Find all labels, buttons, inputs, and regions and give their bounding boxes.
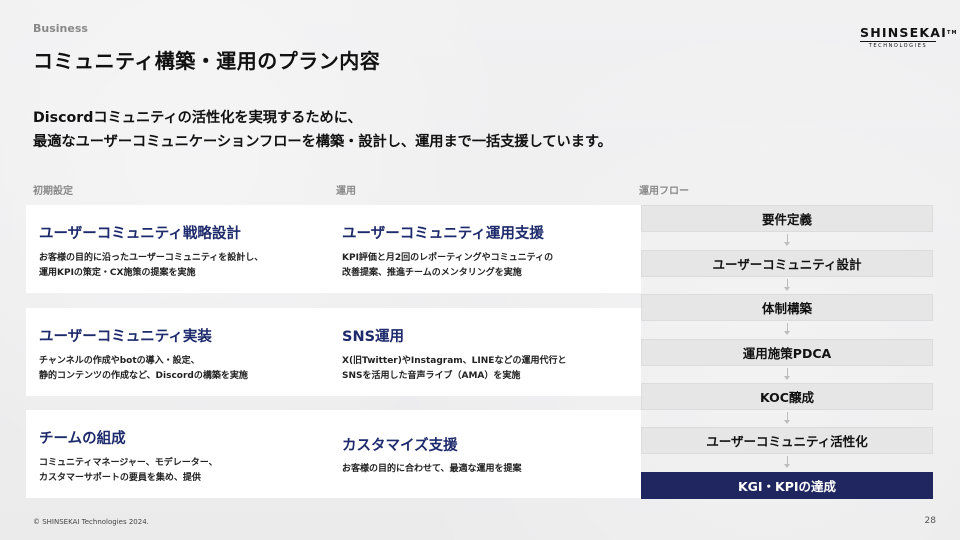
page-number: 28 <box>924 516 936 526</box>
flow-arrow-icon <box>784 412 790 428</box>
flow-arrow-icon <box>784 279 790 295</box>
card-sns-operation: SNS運用 X(旧Twitter)やInstagram、LINEなどの運用代行と… <box>329 308 641 396</box>
card-community-implementation: ユーザーコミュニティ実装 チャンネルの作成やbotの導入・設定、 静的コンテンツ… <box>26 308 338 396</box>
card-title: チームの組成 <box>39 431 126 447</box>
column-label-flow: 運用フロー <box>639 186 689 197</box>
footer-copyright: © SHINSEKAI Technologies 2024. <box>33 518 149 526</box>
logo-wordmark: SHINSEKAITM <box>860 25 958 42</box>
card-description: チャンネルの作成やbotの導入・設定、 静的コンテンツの作成など、Discord… <box>39 356 248 381</box>
column-label-operation: 運用 <box>336 186 356 197</box>
lead-line-2: 最適なユーザーコミュニケーションフローを構築・設計し、運用まで一括支援しています… <box>33 134 612 150</box>
card-description: お客様の目的に合わせて、最適な運用を提案 <box>342 464 522 474</box>
card-title: ユーザーコミュニティ戦略設計 <box>39 226 241 242</box>
card-title: SNS運用 <box>342 329 405 345</box>
flow-step-community-design: ユーザーコミュニティ設計 <box>641 250 933 277</box>
card-description: コミュニティマネージャー、モデレーター、 カスタマーサポートの要員を集め、提供 <box>39 458 218 483</box>
card-title: ユーザーコミュニティ運用支援 <box>342 226 544 242</box>
flow-arrow-icon <box>784 234 790 250</box>
card-title: カスタマイズ支援 <box>342 438 458 454</box>
card-community-strategy: ユーザーコミュニティ戦略設計 お客様の目的に沿ったユーザーコミュニティを設計し、… <box>26 205 338 293</box>
card-title: ユーザーコミュニティ実装 <box>39 329 212 345</box>
flow-step-activation: ユーザーコミュニティ活性化 <box>641 427 933 454</box>
section-category: Business <box>33 22 88 35</box>
flow-arrow-icon <box>784 323 790 339</box>
flow-step-pdca: 運用施策PDCA <box>641 339 933 366</box>
flow-step-koc: KOC醸成 <box>641 383 933 410</box>
company-logo: SHINSEKAITM TECHNOLOGIES <box>860 25 958 49</box>
flow-arrow-icon <box>784 368 790 384</box>
logo-subtitle: TECHNOLOGIES <box>868 43 928 49</box>
card-description: X(旧Twitter)やInstagram、LINEなどの運用代行と SNSを活… <box>342 356 567 381</box>
card-community-operation-support: ユーザーコミュニティ運用支援 KPI評価と月2回のレポーティングやコミュニティの… <box>329 205 641 293</box>
page-title: コミュニティ構築・運用のプラン内容 <box>33 49 381 73</box>
card-team-formation: チームの組成 コミュニティマネージャー、モデレーター、 カスタマーサポートの要員… <box>26 410 338 498</box>
lead-text: Discordコミュニティの活性化を実現するために、 最適なユーザーコミュニケー… <box>33 106 612 154</box>
lead-line-1: Discordコミュニティの活性化を実現するために、 <box>33 110 362 126</box>
card-description: お客様の目的に沿ったユーザーコミュニティを設計し、 運用KPIの策定・CX施策の… <box>39 253 264 278</box>
flow-step-kgi-kpi: KGI・KPIの達成 <box>641 472 933 499</box>
column-label-initial: 初期設定 <box>33 186 73 197</box>
flow-step-team-building: 体制構築 <box>641 294 933 321</box>
flow-step-requirements: 要件定義 <box>641 205 933 232</box>
card-customize-support: カスタマイズ支援 お客様の目的に合わせて、最適な運用を提案 <box>329 410 641 498</box>
card-description: KPI評価と月2回のレポーティングやコミュニティの 改善提案、推進チームのメンタ… <box>342 253 554 278</box>
flow-arrow-icon <box>784 456 790 472</box>
